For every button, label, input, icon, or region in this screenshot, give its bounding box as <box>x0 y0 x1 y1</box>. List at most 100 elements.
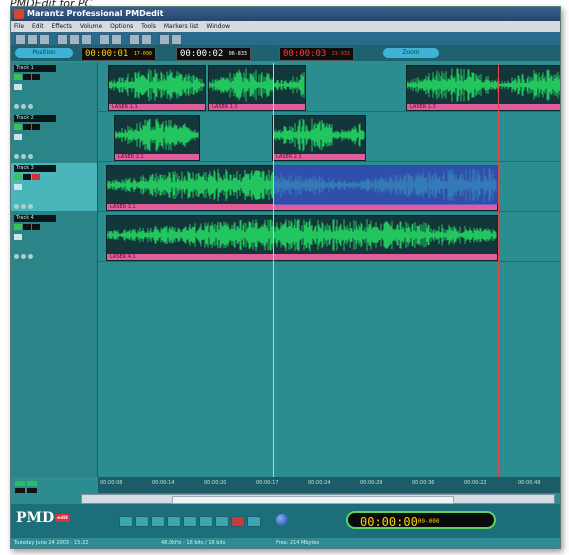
track-1-lane[interactable]: LASER 1.1 LASER 1.2 LASER 1.3 <box>98 63 560 112</box>
fade-icon[interactable] <box>171 34 182 45</box>
position-bar: Position 00:00:01 17-090 00:00:02 06-833… <box>11 45 560 61</box>
knob-icon[interactable] <box>21 204 26 209</box>
position-dropdown[interactable]: Position <box>15 48 73 58</box>
record-icon[interactable] <box>231 516 245 527</box>
open-icon[interactable] <box>27 34 38 45</box>
volume-icon[interactable] <box>14 234 22 240</box>
end-timecode-value: 00:00:03 <box>283 49 327 59</box>
track-4-name[interactable]: Track 4 <box>14 215 56 222</box>
record-arm-icon[interactable] <box>14 74 22 80</box>
solo-icon[interactable] <box>32 224 40 230</box>
track-2-lane[interactable]: LASER 2.1 LASER 2.2 <box>98 113 560 162</box>
length-timecode-value: 00:00:02 <box>180 49 224 59</box>
meter-left <box>15 481 25 486</box>
volume-icon[interactable] <box>14 84 22 90</box>
audio-clip[interactable]: LASER 2.1 <box>114 115 200 161</box>
solo-icon[interactable] <box>32 74 40 80</box>
selection-region[interactable] <box>273 165 498 205</box>
knob-icon[interactable] <box>14 204 19 209</box>
knob-icon[interactable] <box>28 104 33 109</box>
record-arm-icon[interactable] <box>14 224 22 230</box>
loop-icon[interactable] <box>247 516 261 527</box>
title-bar: Marantz Professional PMDedit <box>11 7 560 21</box>
start-timecode-value: 00:00:01 <box>85 49 129 59</box>
menu-options[interactable]: Options <box>107 21 136 32</box>
knob-icon[interactable] <box>28 154 33 159</box>
zoom-dropdown[interactable]: Zoom <box>383 48 439 58</box>
pause-icon[interactable] <box>183 516 197 527</box>
split-icon[interactable] <box>159 34 170 45</box>
audio-clip[interactable]: LASER 4.1 <box>106 215 498 261</box>
record-arm-icon[interactable] <box>14 174 22 180</box>
status-date: Tuesday June 24 2003 - 15:22 <box>14 540 89 546</box>
waveform-path <box>209 68 305 102</box>
knob-icon[interactable] <box>28 204 33 209</box>
mute-icon[interactable] <box>23 224 31 230</box>
paste-icon[interactable] <box>81 34 92 45</box>
ruler-tick-label: 00:00:29 <box>360 480 383 486</box>
mute-icon[interactable] <box>23 174 31 180</box>
save-icon[interactable] <box>39 34 50 45</box>
forward-icon[interactable] <box>199 516 213 527</box>
track-3-lane[interactable]: LASER 3.1 <box>98 163 560 212</box>
mute-icon[interactable] <box>23 124 31 130</box>
knob-icon[interactable] <box>14 154 19 159</box>
track-1-name[interactable]: Track 1 <box>14 65 56 72</box>
audio-clip[interactable]: LASER 2.2 <box>272 115 366 161</box>
rewind-start-icon[interactable] <box>119 516 133 527</box>
menu-markers-list[interactable]: Markers list <box>161 21 202 32</box>
menu-effects[interactable]: Effects <box>49 21 75 32</box>
volume-icon[interactable] <box>14 134 22 140</box>
play-icon[interactable] <box>167 516 181 527</box>
start-timecode[interactable]: 00:00:01 17-090 <box>81 47 156 61</box>
length-timecode-frames: 06-833 <box>228 51 247 57</box>
zoom-out-icon[interactable] <box>141 34 152 45</box>
menu-file[interactable]: File <box>11 21 27 32</box>
track-3-name[interactable]: Track 3 <box>14 165 56 172</box>
length-timecode[interactable]: 00:00:02 06-833 <box>176 47 251 61</box>
knob-icon[interactable] <box>14 254 19 259</box>
track-2-name[interactable]: Track 2 <box>14 115 56 122</box>
track-4-lane[interactable]: LASER 4.1 <box>98 213 560 262</box>
horizontal-scrollbar[interactable] <box>81 494 555 504</box>
audio-clip[interactable]: LASER 1.1 <box>108 65 206 111</box>
zoom-in-icon[interactable] <box>129 34 140 45</box>
solo-icon[interactable] <box>32 124 40 130</box>
rewind-icon[interactable] <box>135 516 149 527</box>
track-4-controls: Track 4 <box>11 213 97 261</box>
redo-icon[interactable] <box>111 34 122 45</box>
menu-tools[interactable]: Tools <box>138 21 159 32</box>
knob-icon[interactable] <box>21 104 26 109</box>
volume-icon[interactable] <box>14 184 22 190</box>
clip-label: LASER 4.1 <box>107 254 497 260</box>
undo-icon[interactable] <box>99 34 110 45</box>
copy-icon[interactable] <box>69 34 80 45</box>
knob-icon[interactable] <box>21 254 26 259</box>
end-timecode[interactable]: 00:00:03 23-933 <box>279 47 354 61</box>
ruler-tick-label: 00:00:20 <box>204 480 227 486</box>
stop-icon[interactable] <box>151 516 165 527</box>
knob-icon[interactable] <box>21 154 26 159</box>
mute-icon[interactable] <box>23 74 31 80</box>
time-ruler[interactable]: 00:00:08 00:00:14 00:00:20 00:00:17 00:0… <box>98 477 560 493</box>
scrollbar-thumb[interactable] <box>172 496 454 504</box>
cut-icon[interactable] <box>57 34 68 45</box>
solo-icon[interactable] <box>32 174 40 180</box>
knob-icon[interactable] <box>14 104 19 109</box>
audio-clip[interactable]: LASER 1.2 <box>208 65 306 111</box>
menu-window[interactable]: Window <box>203 21 233 32</box>
audio-clip[interactable]: LASER 1.3 <box>406 65 560 111</box>
new-icon[interactable] <box>15 34 26 45</box>
selection-end-marker[interactable] <box>498 63 499 477</box>
selection-start-marker[interactable] <box>273 63 274 477</box>
status-bar: Tuesday June 24 2003 - 15:22 48.0kHz - 1… <box>11 538 560 548</box>
forward-end-icon[interactable] <box>215 516 229 527</box>
status-format: 48.0kHz - 16 bits / 16 bits <box>161 540 226 546</box>
menu-volume[interactable]: Volume <box>77 21 105 32</box>
level-meters <box>13 479 95 495</box>
menu-edit[interactable]: Edit <box>29 21 47 32</box>
record-arm-icon[interactable] <box>14 124 22 130</box>
volume-knob-icon[interactable] <box>276 514 288 526</box>
start-timecode-frames: 17-090 <box>133 51 152 57</box>
knob-icon[interactable] <box>28 254 33 259</box>
